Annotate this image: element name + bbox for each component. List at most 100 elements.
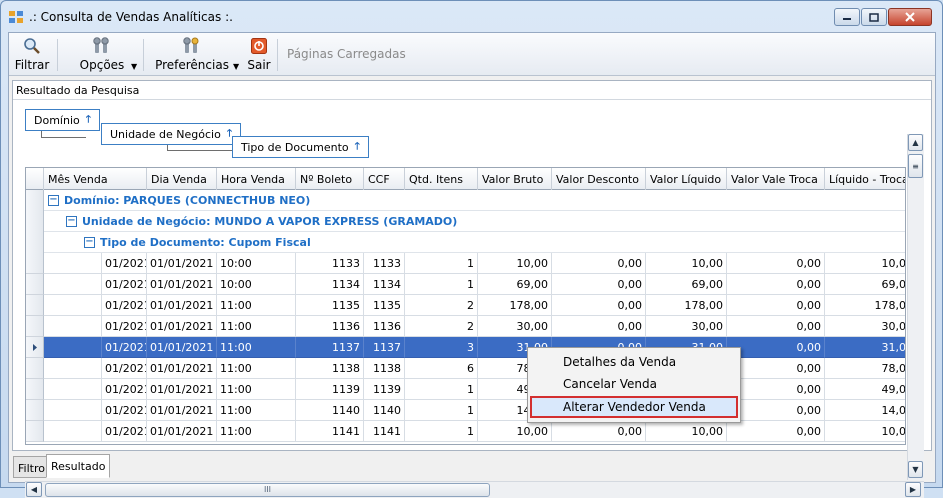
row-indicator[interactable] (26, 295, 44, 316)
table-cell[interactable]: 0,00 (552, 295, 646, 316)
row-indicator[interactable] (26, 253, 44, 274)
table-cell[interactable]: 01/2021 (102, 400, 147, 421)
table-cell[interactable]: 1140 (296, 400, 364, 421)
column-header[interactable]: Mês Venda (44, 168, 147, 190)
table-cell[interactable]: 0,00 (727, 337, 825, 358)
table-cell[interactable]: 11:00 (217, 358, 296, 379)
collapse-icon[interactable]: − (48, 195, 59, 206)
table-cell[interactable]: 10,00 (646, 421, 727, 442)
table-cell[interactable]: 69,00 (646, 274, 727, 295)
row-indicator[interactable] (26, 337, 44, 358)
table-cell[interactable]: 1137 (364, 337, 405, 358)
table-cell[interactable]: 01/01/2021 (147, 253, 217, 274)
group-chip-domain[interactable]: Domínio 🡑 (25, 109, 100, 131)
table-cell[interactable]: 01/01/2021 (147, 295, 217, 316)
table-cell[interactable]: 1138 (296, 358, 364, 379)
group-chip-doc-type[interactable]: Tipo de Documento 🡑 (232, 136, 369, 158)
table-cell[interactable]: 11:00 (217, 337, 296, 358)
table-cell[interactable]: 1135 (364, 295, 405, 316)
chevron-down-icon[interactable]: ▼ (131, 62, 137, 71)
column-header[interactable]: Dia Venda (147, 168, 217, 190)
column-header[interactable]: CCF (364, 168, 405, 190)
minimize-button[interactable] (834, 8, 860, 26)
column-header[interactable]: Valor Líquido (646, 168, 727, 190)
table-cell[interactable]: 0,00 (727, 421, 825, 442)
title-bar[interactable]: .: Consulta de Vendas Analíticas :. (1, 1, 942, 31)
table-cell[interactable]: 10,00 (478, 253, 552, 274)
table-cell[interactable]: 31,00 (825, 337, 905, 358)
table-cell[interactable]: 78,00 (825, 358, 905, 379)
table-cell[interactable]: 0,00 (552, 316, 646, 337)
table-cell[interactable]: 178,00 (825, 295, 905, 316)
table-cell[interactable]: 01/2021 (102, 421, 147, 442)
table-cell[interactable]: 30,00 (825, 316, 905, 337)
table-cell[interactable]: 11:00 (217, 316, 296, 337)
row-indicator[interactable] (26, 421, 44, 442)
group-chip-unit[interactable]: Unidade de Negócio 🡑 (101, 123, 242, 145)
table-cell[interactable]: 0,00 (552, 274, 646, 295)
table-cell[interactable]: 1 (405, 379, 478, 400)
table-row[interactable]: 01/2021 01/01/2021 11:00 1141 1141 1 10,00 0,00… (26, 421, 905, 442)
table-cell[interactable]: 01/2021 (102, 358, 147, 379)
table-cell[interactable]: 1137 (296, 337, 364, 358)
table-cell[interactable]: 3 (405, 337, 478, 358)
column-header[interactable]: Qtd. Itens (405, 168, 478, 190)
table-cell[interactable]: 69,00 (478, 274, 552, 295)
table-row[interactable]: 01/202101/01/202111:0011401140114,000,00… (26, 400, 905, 421)
table-row[interactable]: 01/2021 01/01/2021 11:00 1135 1135 2 178,00 0,0… (26, 295, 905, 316)
row-indicator[interactable] (26, 358, 44, 379)
table-cell[interactable]: 10,00 (478, 421, 552, 442)
group-row-doc-type[interactable]: − Tipo de Documento: Cupom Fiscal (44, 232, 905, 253)
table-cell[interactable]: 10:00 (217, 274, 296, 295)
table-cell[interactable]: 01/2021 (102, 253, 147, 274)
group-row-unit[interactable]: − Unidade de Negócio: MUNDO A VAPOR EXPR… (44, 211, 905, 232)
table-cell[interactable]: 1133 (296, 253, 364, 274)
tab-result[interactable]: Resultado (46, 454, 111, 478)
table-cell[interactable]: 1138 (364, 358, 405, 379)
table-cell[interactable]: 1133 (364, 253, 405, 274)
chevron-down-icon[interactable]: ▼ (233, 62, 239, 71)
maximize-button[interactable] (861, 8, 887, 26)
collapse-icon[interactable]: − (84, 237, 95, 248)
table-cell[interactable]: 1139 (364, 379, 405, 400)
table-cell[interactable]: 0,00 (727, 358, 825, 379)
menu-item-change-seller[interactable]: Alterar Vendedor Venda (530, 396, 738, 418)
table-cell[interactable]: 14,00 (825, 400, 905, 421)
table-cell[interactable]: 10,00 (646, 253, 727, 274)
table-cell[interactable]: 01/01/2021 (147, 400, 217, 421)
table-cell[interactable]: 0,00 (727, 400, 825, 421)
table-cell[interactable]: 0,00 (552, 253, 646, 274)
table-cell[interactable]: 01/2021 (102, 379, 147, 400)
table-cell[interactable]: 01/01/2021 (147, 379, 217, 400)
horizontal-scrollbar[interactable]: ◀ III ▶ (25, 481, 924, 498)
table-cell[interactable]: 6 (405, 358, 478, 379)
scroll-thumb[interactable]: ≡ (908, 154, 923, 178)
table-cell[interactable]: 01/01/2021 (147, 337, 217, 358)
column-header[interactable]: Valor Bruto (478, 168, 552, 190)
row-indicator[interactable] (26, 400, 44, 421)
column-header[interactable]: Hora Venda (217, 168, 296, 190)
close-button[interactable] (888, 8, 932, 26)
table-cell[interactable]: 178,00 (478, 295, 552, 316)
table-cell[interactable]: 1 (405, 253, 478, 274)
column-header[interactable]: Nº Boleto (296, 168, 364, 190)
table-cell[interactable]: 10,00 (825, 421, 905, 442)
table-cell[interactable]: 01/2021 (102, 316, 147, 337)
table-row[interactable]: 01/2021 01/01/2021 10:00 1134 1134 1 69,00 0,00… (26, 274, 905, 295)
table-cell[interactable]: 1134 (296, 274, 364, 295)
table-cell[interactable]: 01/2021 (102, 274, 147, 295)
row-indicator[interactable] (26, 379, 44, 400)
table-cell[interactable]: 11:00 (217, 379, 296, 400)
column-header[interactable]: Líquido - Troca (825, 168, 905, 190)
table-cell[interactable]: 1136 (364, 316, 405, 337)
table-cell[interactable]: 1139 (296, 379, 364, 400)
column-header[interactable]: Valor Vale Troca (727, 168, 825, 190)
options-button[interactable]: Opções ▼ (73, 36, 137, 74)
table-cell[interactable]: 1 (405, 421, 478, 442)
table-cell[interactable]: 30,00 (478, 316, 552, 337)
scroll-left-button[interactable]: ◀ (26, 482, 42, 497)
table-row[interactable]: 01/202101/01/202111:0011371137331,000,00… (26, 337, 905, 358)
table-cell[interactable]: 01/01/2021 (147, 421, 217, 442)
table-row[interactable]: 01/2021 01/01/2021 11:00 1136 1136 2 30,00 0,00… (26, 316, 905, 337)
table-cell[interactable]: 69,00 (825, 274, 905, 295)
